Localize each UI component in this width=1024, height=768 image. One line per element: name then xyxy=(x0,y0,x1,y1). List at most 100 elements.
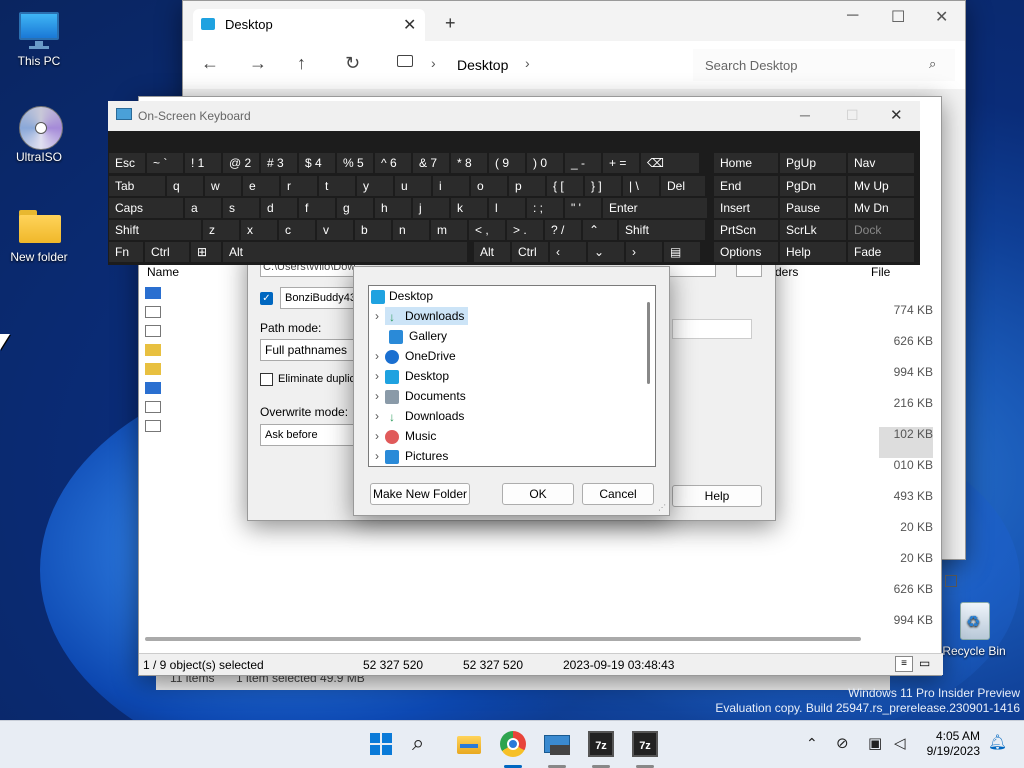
osk-key[interactable]: i xyxy=(433,176,469,196)
subfolder-name-input[interactable]: BonziBuddy43 xyxy=(280,287,360,309)
display-icon[interactable]: ▣ xyxy=(868,734,882,752)
tree-item-pictures[interactable]: › Pictures xyxy=(375,446,645,466)
chrome-icon[interactable] xyxy=(500,731,526,757)
arrow-down-key-icon[interactable]: ⌄ xyxy=(588,242,624,262)
seven-zip-icon-2[interactable]: 7z xyxy=(632,731,658,757)
password-input[interactable] xyxy=(672,319,752,339)
osk-key[interactable]: Caps xyxy=(109,198,183,218)
osk-key[interactable]: Shift xyxy=(109,220,201,240)
osk-key[interactable]: { [ xyxy=(547,176,583,196)
osk-key[interactable]: t xyxy=(319,176,355,196)
osk-nav-key[interactable]: End xyxy=(714,176,778,196)
back-arrow-icon[interactable]: ← xyxy=(201,53,219,74)
osk-key[interactable]: Del xyxy=(661,176,705,196)
fn-key[interactable]: Fn xyxy=(109,242,143,262)
cancel-button[interactable]: Cancel xyxy=(582,483,654,505)
notification-bell-icon[interactable]: 🔔︎ xyxy=(988,733,1007,751)
up-arrow-icon[interactable]: ↑ xyxy=(297,53,306,74)
osk-key[interactable]: x xyxy=(241,220,277,240)
close-tab-icon[interactable]: ✕ xyxy=(403,15,416,35)
tree-scrollbar[interactable] xyxy=(647,302,650,384)
chevron-up-icon[interactable]: ⌃ xyxy=(806,735,818,752)
maximize-icon[interactable]: ☐ xyxy=(891,7,905,27)
tree-root-desktop[interactable]: Desktop xyxy=(371,286,641,306)
osk-key[interactable]: c xyxy=(279,220,315,240)
horizontal-scrollbar[interactable] xyxy=(145,637,861,641)
network-disconnected-icon[interactable]: ⊘ xyxy=(836,734,849,752)
desktop-icon-this-pc[interactable]: This PC xyxy=(3,10,75,68)
osk-nav-key[interactable]: PrtScn xyxy=(714,220,778,240)
arrow-left-key-icon[interactable]: ‹ xyxy=(550,242,586,262)
osk-nav-key[interactable]: Options xyxy=(714,242,778,262)
osk-key[interactable]: k xyxy=(451,198,487,218)
tree-item-desktop[interactable]: › Desktop xyxy=(375,366,645,386)
eliminate-checkbox[interactable] xyxy=(260,373,273,386)
search-box[interactable]: Search Desktop ⌕ xyxy=(693,49,955,81)
osk-key[interactable]: j xyxy=(413,198,449,218)
osk-key[interactable]: w xyxy=(205,176,241,196)
desktop-icon-new-folder[interactable]: New folder xyxy=(3,206,75,264)
clock[interactable]: 4:05 AM 9/19/2023 xyxy=(918,729,980,759)
osk-key[interactable]: ! 1 xyxy=(185,153,221,173)
forward-arrow-icon[interactable]: → xyxy=(249,53,267,74)
volume-muted-icon[interactable]: ◁ xyxy=(894,734,906,752)
folder-tree[interactable]: Desktop › ↓ Downloads Gallery › OneDrive › D… xyxy=(368,285,656,467)
osk-key[interactable]: ( 9 xyxy=(489,153,525,173)
osk-key[interactable]: @ 2 xyxy=(223,153,259,173)
column-header-folders[interactable]: ders xyxy=(775,265,798,279)
osk-key[interactable]: % 5 xyxy=(337,153,373,173)
ctrl-key-right[interactable]: Ctrl xyxy=(512,242,548,262)
osk-key[interactable]: ) 0 xyxy=(527,153,563,173)
osk-nav-key[interactable]: Help xyxy=(780,242,846,262)
osk-key[interactable]: y xyxy=(357,176,393,196)
start-windows-icon[interactable] xyxy=(368,731,394,757)
osk-key[interactable]: Tab xyxy=(109,176,165,196)
minimize-icon[interactable]: ─ xyxy=(847,7,858,25)
osk-key[interactable]: > . xyxy=(507,220,543,240)
overwrite-mode-select[interactable]: Ask before overwrit xyxy=(260,424,356,446)
tree-item-documents[interactable]: › Documents xyxy=(375,386,645,406)
osk-key[interactable]: p xyxy=(509,176,545,196)
osk-nav-key[interactable]: Mv Up xyxy=(848,176,914,196)
osk-key[interactable]: n xyxy=(393,220,429,240)
osk-nav-key[interactable]: Home xyxy=(714,153,778,173)
osk-key[interactable]: & 7 xyxy=(413,153,449,173)
osk-key[interactable]: + = xyxy=(603,153,639,173)
make-new-folder-button[interactable]: Make New Folder xyxy=(370,483,470,505)
tree-item-gallery[interactable]: Gallery xyxy=(375,326,645,346)
refresh-icon[interactable]: ↻ xyxy=(345,53,360,74)
osk-key[interactable]: Shift xyxy=(619,220,705,240)
osk-key[interactable]: $ 4 xyxy=(299,153,335,173)
alt-key-right[interactable]: Alt xyxy=(474,242,510,262)
osk-key[interactable]: l xyxy=(489,198,525,218)
osk-key[interactable]: _ - xyxy=(565,153,601,173)
tree-item-downloads[interactable]: › ↓ Downloads xyxy=(375,306,645,326)
tab-desktop[interactable]: Desktop ✕ xyxy=(193,9,425,41)
osk-nav-key[interactable]: Insert xyxy=(714,198,778,218)
alt-key[interactable]: Alt xyxy=(223,242,467,262)
osk-key[interactable]: d xyxy=(261,198,297,218)
backspace-icon[interactable]: ⌫ xyxy=(641,153,699,173)
help-button[interactable]: Help xyxy=(672,485,762,507)
close-icon[interactable]: ✕ xyxy=(890,106,903,124)
osk-key[interactable]: u xyxy=(395,176,431,196)
windows-key-icon[interactable]: ⊞ xyxy=(191,242,221,262)
column-header-file[interactable]: File xyxy=(871,265,890,279)
osk-nav-key[interactable]: Nav xyxy=(848,153,914,173)
osk-key[interactable]: e xyxy=(243,176,279,196)
osk-key[interactable]: Enter xyxy=(603,198,707,218)
search-input[interactable]: Search Desktop xyxy=(705,58,798,73)
osk-nav-key[interactable]: Mv Dn xyxy=(848,198,914,218)
osk-key[interactable]: b xyxy=(355,220,391,240)
osk-key[interactable]: f xyxy=(299,198,335,218)
osk-key[interactable]: h xyxy=(375,198,411,218)
osk-key[interactable]: v xyxy=(317,220,353,240)
tree-item-downloads-2[interactable]: › ↓ Downloads xyxy=(375,406,645,426)
osk-nav-key[interactable]: PgDn xyxy=(780,176,846,196)
menu-key-icon[interactable]: ▤ xyxy=(664,242,700,262)
minimize-icon[interactable]: ─ xyxy=(800,107,810,123)
resize-grip-icon[interactable]: ⋰ xyxy=(658,503,666,512)
osk-key[interactable]: s xyxy=(223,198,259,218)
on-screen-keyboard-taskbar-icon[interactable] xyxy=(544,731,570,757)
ctrl-key[interactable]: Ctrl xyxy=(145,242,189,262)
